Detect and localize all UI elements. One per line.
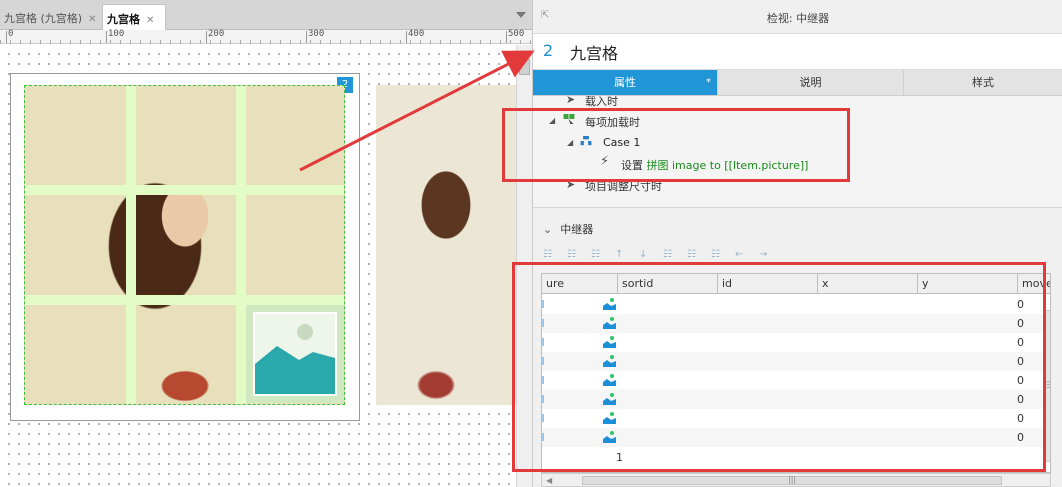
widget-name-row: 2 九宫格 (533, 34, 1062, 70)
scrollbar-thumb[interactable] (519, 59, 530, 75)
inspector-header: ⇱ 检视: 中继器 (533, 0, 1062, 34)
document-tab-bar: 九宫格 (九宫格) ✕ 九宫格 ✕ (0, 0, 532, 30)
column-icon[interactable]: ☷ (663, 249, 677, 261)
grid-gap-vertical (236, 86, 246, 404)
scrollbar-grip-icon: ——— (1046, 378, 1050, 392)
ruler-tick: 100 (105, 29, 125, 43)
close-icon[interactable]: ✕ (88, 14, 96, 25)
image-placeholder-icon (255, 324, 335, 394)
delete-column-icon[interactable]: ☷ (711, 249, 725, 261)
delete-row-icon[interactable]: ☷ (591, 249, 605, 261)
inspector-tabs: 属性 * 说明 样式 (533, 70, 1062, 96)
ruler-tick: 0 (5, 29, 14, 43)
empty-tile[interactable] (246, 305, 344, 403)
modified-marker: * (706, 77, 711, 88)
document-tab-label: 九宫格 (107, 13, 140, 26)
add-column-icon[interactable]: ☷ (687, 249, 701, 261)
ruler-tick: 400 (405, 29, 425, 43)
editor-pane: 九宫格 (九宫格) ✕ 九宫格 ✕ 0 100 200 300 400 500 2 (0, 0, 532, 487)
grid-gap-horizontal (25, 295, 344, 305)
source-photo[interactable] (376, 85, 516, 405)
tab-style[interactable]: 样式 (904, 70, 1062, 96)
move-left-icon[interactable]: ← (735, 249, 749, 261)
close-icon[interactable]: ✕ (146, 15, 154, 26)
nine-grid-puzzle[interactable] (24, 85, 345, 405)
tab-menu-chevron-down-icon[interactable] (516, 12, 526, 18)
document-tab-1[interactable]: 九宫格 (九宫格) ✕ (0, 4, 100, 30)
scrollbar-thumb[interactable]: ||| (582, 475, 1002, 485)
chevron-down-icon: ⌄ (543, 223, 553, 236)
grid-gap-vertical (126, 86, 136, 404)
move-right-icon[interactable]: → (759, 249, 773, 261)
ruler-tick: 300 (305, 29, 325, 43)
grid-gap-horizontal (25, 185, 344, 195)
image-placeholder (253, 312, 337, 396)
tab-label: 样式 (972, 76, 994, 89)
section-divider (533, 207, 1062, 208)
tab-properties[interactable]: 属性 * (533, 70, 718, 96)
ruler-tick: 200 (205, 29, 225, 43)
repeater-section-header[interactable]: ⌄ 中继器 (543, 221, 593, 237)
scrollbar-grip-icon: ||| (788, 475, 797, 484)
ruler-tick: 500 (505, 29, 525, 43)
widget-name-field[interactable]: 九宫格 (570, 40, 618, 64)
event-cursor-icon: ➤ (566, 96, 576, 106)
tab-label: 属性 (614, 76, 636, 89)
inspector-title: 检视: 中继器 (766, 12, 830, 25)
widget-number: 2 (543, 41, 554, 60)
tab-notes[interactable]: 说明 (718, 70, 904, 96)
annotation-box-dataset (512, 262, 1046, 472)
annotation-box-events (502, 108, 850, 182)
move-up-icon[interactable]: ↑ (615, 249, 629, 261)
insert-row-icon[interactable]: ☷ (543, 249, 557, 261)
insert-column-icon[interactable]: ☷ (567, 249, 581, 261)
document-tab-2[interactable]: 九宫格 ✕ (102, 4, 166, 30)
horizontal-ruler: 0 100 200 300 400 500 (0, 29, 532, 44)
section-title: 中继器 (560, 223, 594, 236)
table-horizontal-scrollbar[interactable]: ◀ ||| (541, 473, 1051, 487)
tab-label: 说明 (799, 76, 822, 89)
document-tab-label: 九宫格 (九宫格) (4, 12, 83, 25)
scroll-left-icon[interactable]: ◀ (546, 476, 552, 485)
move-down-icon[interactable]: ↓ (639, 249, 653, 261)
ruler-minor-ticks (0, 40, 532, 44)
